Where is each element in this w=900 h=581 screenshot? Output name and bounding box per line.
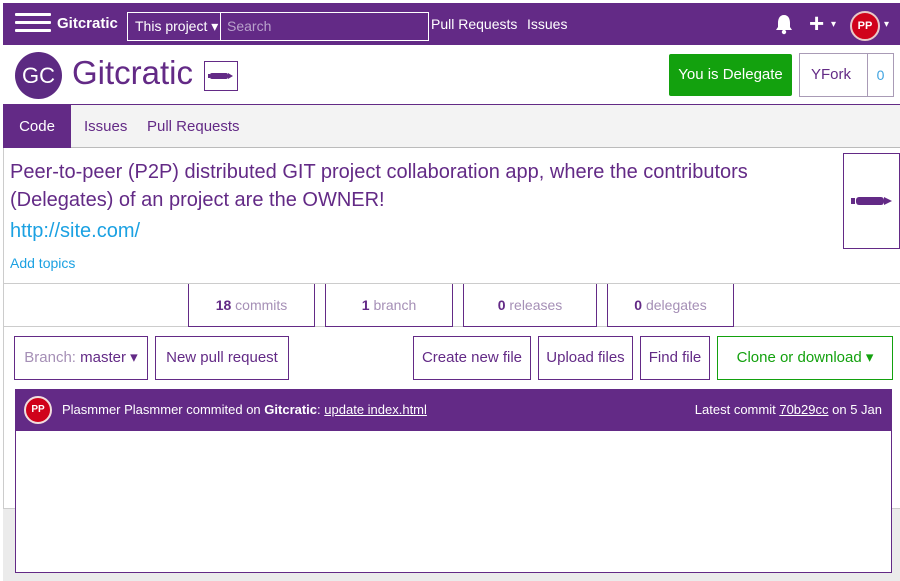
- hamburger-icon[interactable]: [15, 13, 51, 33]
- content-border: [3, 148, 4, 508]
- stat-delegates[interactable]: 0 delegates: [607, 284, 734, 327]
- stat-commits[interactable]: 18 commits: [188, 284, 315, 327]
- commit-author-avatar[interactable]: PP: [24, 396, 52, 424]
- tab-pull-requests[interactable]: Pull Requests: [147, 105, 240, 148]
- tab-bar: Code Issues Pull Requests: [3, 104, 900, 148]
- create-new-file-button[interactable]: Create new file: [413, 336, 531, 380]
- fork-icon: Y: [811, 66, 822, 83]
- bell-icon[interactable]: [773, 13, 795, 35]
- top-navbar: Gitcratic This project ▾ Search Pull Req…: [3, 3, 900, 45]
- fork-count[interactable]: 0: [867, 53, 894, 97]
- user-menu-caret-icon[interactable]: ▾: [884, 19, 889, 30]
- scope-dropdown[interactable]: This project ▾: [127, 12, 221, 41]
- plus-icon[interactable]: +: [809, 10, 824, 36]
- clone-download-button[interactable]: Clone or download ▾: [717, 336, 893, 380]
- stat-branches[interactable]: 1 branch: [325, 284, 453, 327]
- commit-project[interactable]: Gitcratic: [264, 402, 317, 417]
- nav-issues[interactable]: Issues: [527, 16, 567, 32]
- project-title[interactable]: Gitcratic: [72, 54, 193, 92]
- upload-files-button[interactable]: Upload files: [538, 336, 633, 380]
- project-logo: GC: [15, 52, 62, 99]
- tab-code[interactable]: Code: [3, 105, 71, 148]
- find-file-button[interactable]: Find file: [640, 336, 710, 380]
- commit-hash-link[interactable]: 70b29cc: [779, 402, 828, 417]
- search-input[interactable]: Search: [221, 12, 429, 41]
- nav-pull-requests[interactable]: Pull Requests: [431, 16, 517, 32]
- pen-icon[interactable]: [204, 61, 238, 91]
- project-website-link[interactable]: http://site.com/: [10, 220, 140, 243]
- file-list: [15, 431, 892, 573]
- commit-message-link[interactable]: update index.html: [324, 402, 427, 417]
- stat-releases[interactable]: 0 releases: [463, 284, 597, 327]
- commit-meta: Latest commit 70b29cc on 5 Jan: [694, 402, 882, 417]
- project-description: Peer-to-peer (P2P) distributed GIT proje…: [10, 161, 748, 211]
- plus-caret-icon[interactable]: ▾: [831, 19, 836, 30]
- fork-button[interactable]: YFork: [799, 53, 868, 97]
- new-pull-request-button[interactable]: New pull request: [155, 336, 289, 380]
- user-avatar[interactable]: PP: [850, 11, 880, 41]
- tab-issues[interactable]: Issues: [84, 105, 127, 148]
- branch-selector[interactable]: Branch: master ▾: [14, 336, 148, 380]
- add-topics-link[interactable]: Add topics: [10, 255, 75, 271]
- brand-link[interactable]: Gitcratic: [57, 15, 118, 32]
- commit-summary: Plasmmer Plasmmer commited on Gitcratic:…: [62, 402, 427, 417]
- edit-description-pen-icon[interactable]: [843, 153, 900, 249]
- delegate-button[interactable]: You is Delegate: [669, 54, 792, 96]
- latest-commit-bar: PP Plasmmer Plasmmer commited on Gitcrat…: [15, 389, 892, 431]
- fork-label: Fork: [821, 66, 852, 83]
